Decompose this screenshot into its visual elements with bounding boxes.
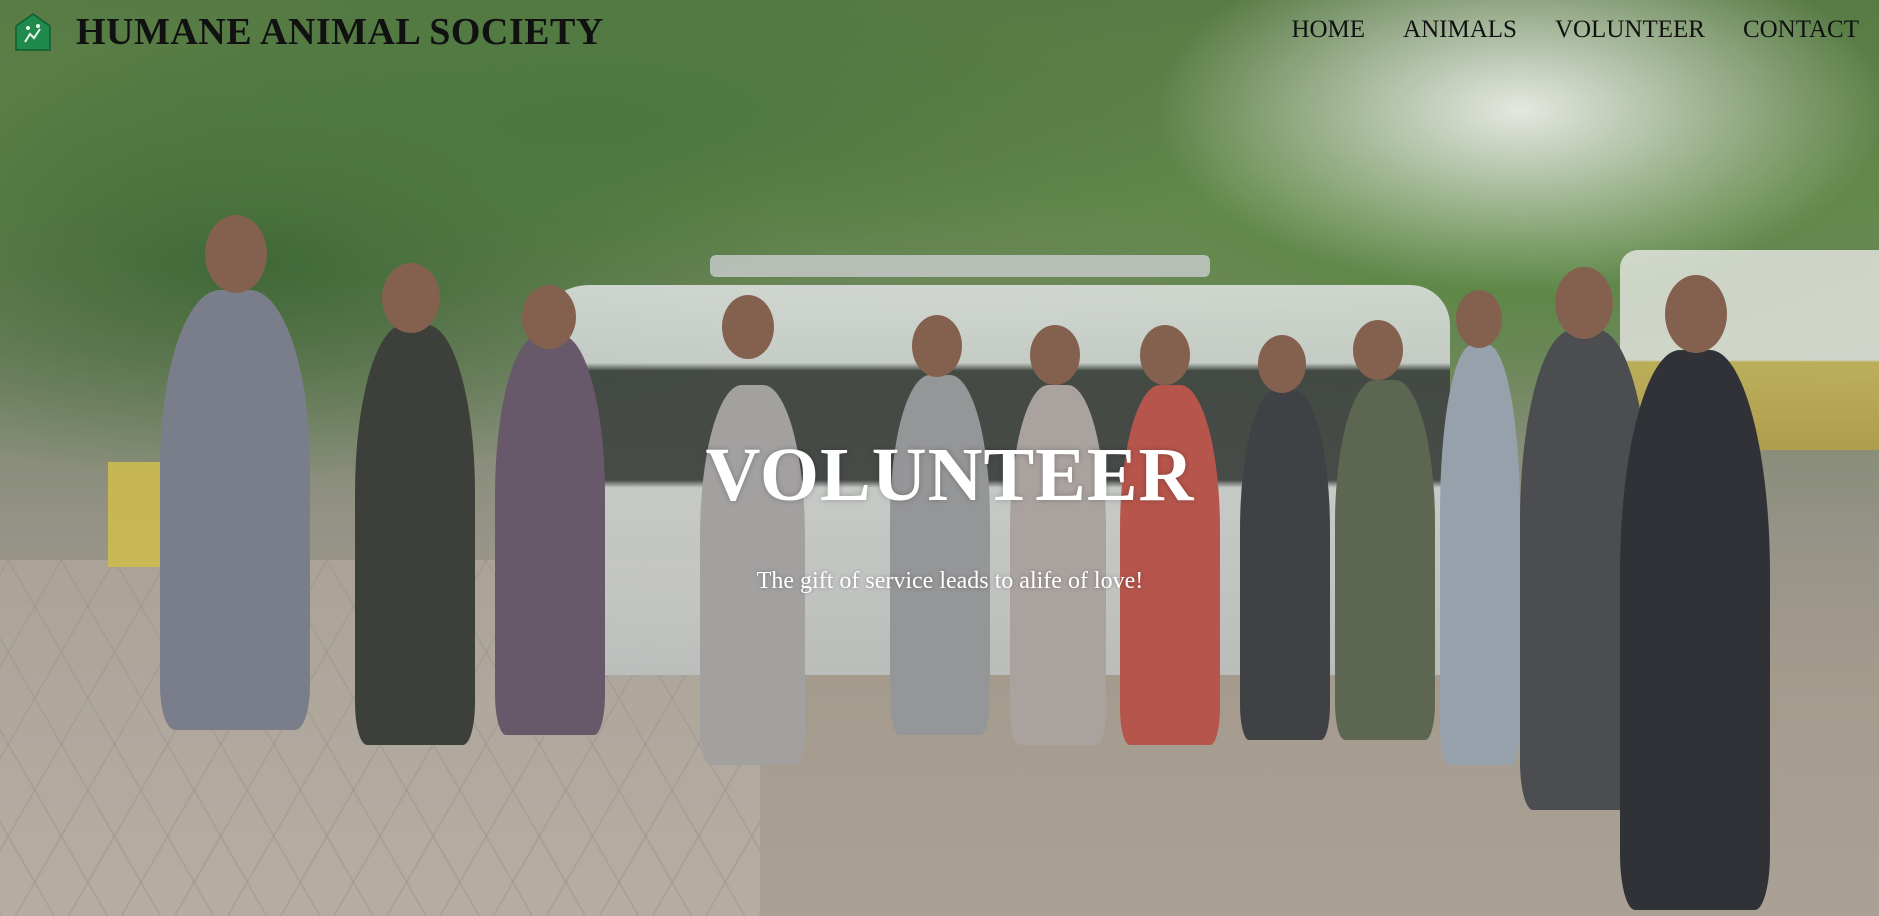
main-nav: HOME ANIMALS VOLUNTEER CONTACT — [1291, 16, 1859, 44]
nav-contact-link[interactable]: CONTACT — [1743, 16, 1859, 44]
house-paw-icon[interactable] — [14, 12, 52, 52]
page: HUMANE ANIMAL SOCIETY HOME ANIMALS VOLUN… — [0, 0, 1879, 916]
hero-title: VOLUNTEER — [705, 433, 1195, 517]
nav-animals-link[interactable]: ANIMALS — [1403, 16, 1517, 44]
site-header: HUMANE ANIMAL SOCIETY HOME ANIMALS VOLUN… — [0, 0, 1879, 64]
nav-home-link[interactable]: HOME — [1291, 16, 1365, 44]
hero-subtitle: The gift of service leads to alife of lo… — [756, 568, 1144, 594]
nav-volunteer-link[interactable]: VOLUNTEER — [1555, 16, 1705, 44]
site-title[interactable]: HUMANE ANIMAL SOCIETY — [76, 10, 604, 54]
